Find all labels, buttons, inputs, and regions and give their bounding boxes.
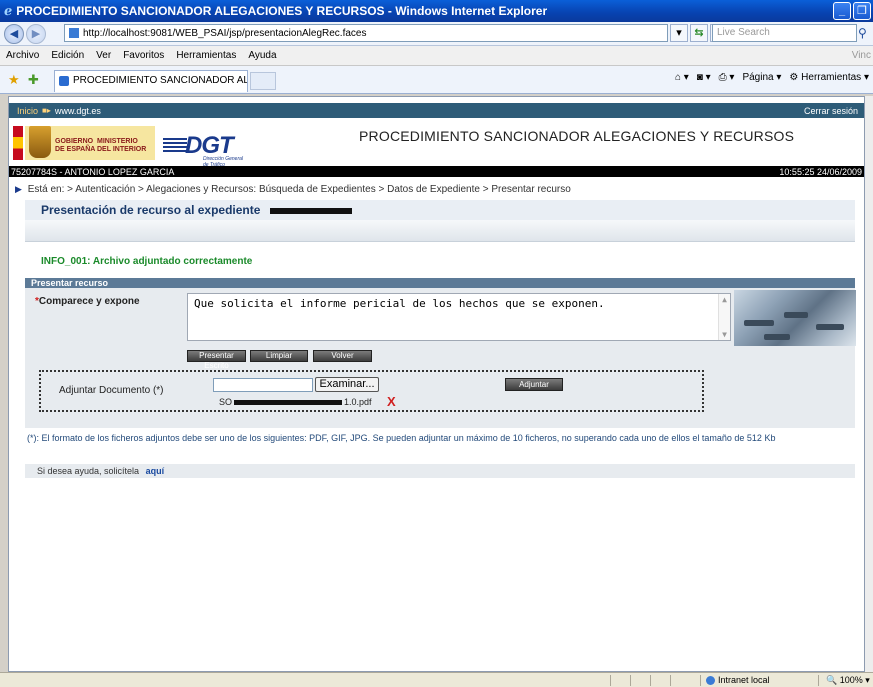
address-toolbar: ◀ ▶ http://localhost:9081/WEB_PSAI/jsp/p… [0, 22, 873, 46]
form-section: *Comparece y expone Que solicita el info… [25, 288, 856, 428]
home-icon[interactable]: ⌂ ▾ [675, 72, 689, 83]
breadcrumb: ▶ Está en: > Autenticación > Alegaciones… [15, 184, 571, 195]
form-section-title: Presentar recurso [25, 278, 855, 288]
back-icon[interactable]: ◀ [4, 23, 24, 44]
security-zone: Intranet local [706, 675, 770, 686]
menu-archivo[interactable]: Archivo [6, 50, 39, 61]
file-path-input[interactable] [213, 378, 313, 392]
menu-ver[interactable]: Ver [96, 50, 111, 61]
heading-text: Presentación de recurso al expediente [41, 203, 261, 217]
volver-button[interactable]: Volver [313, 350, 372, 362]
print-icon[interactable]: ⎙ ▾ [719, 72, 735, 83]
dgt-logo: DGT Dirección General de Tráfico [163, 132, 253, 168]
attach-box: Adjuntar Documento (*) Examinar... Adjun… [39, 370, 704, 412]
window-title-bar: ℯ PROCEDIMIENTO SANCIONADOR ALEGACIONES … [0, 0, 873, 22]
gobierno-label: GOBIERNO DE ESPAÑA [55, 138, 96, 153]
search-input[interactable]: Live Search [712, 24, 857, 42]
user-info: 75207784S - ANTONIO LOPEZ GARCIA [11, 166, 175, 177]
search-icon[interactable]: ⚲ [858, 24, 872, 42]
comparece-text: Que solicita el informe pericial de los … [194, 297, 605, 310]
limpiar-button[interactable]: Limpiar [250, 350, 308, 362]
traffic-image [734, 290, 856, 346]
attached-file[interactable]: SO 1.0.pdf [219, 397, 372, 407]
spain-flag-icon [13, 126, 23, 160]
menu-ayuda[interactable]: Ayuda [248, 50, 276, 61]
info-message: INFO_001: Archivo adjuntado correctament… [41, 256, 253, 267]
feeds-icon[interactable]: ◙ ▾ [697, 72, 711, 83]
status-bar: Intranet local 🔍 100% ▾ [0, 672, 873, 687]
redacted-filename [234, 400, 343, 406]
menu-favoritos[interactable]: Favoritos [123, 50, 164, 61]
tab-row: ★ ✚ PROCEDIMIENTO SANCIONADOR ALEGACIONE… [0, 66, 873, 94]
favorites-star-icon[interactable]: ★ [8, 72, 20, 88]
presentar-escrito-button[interactable]: Presentar Escrito [187, 350, 246, 370]
top-nav-bar: Inicio ■▸ www.dgt.es Cerrar sesión [9, 103, 864, 118]
web-page: Inicio ■▸ www.dgt.es Cerrar sesión GOBIE… [8, 96, 865, 672]
heading-band [25, 220, 855, 242]
page-title: PROCEDIMIENTO SANCIONADOR ALEGACIONES Y … [359, 128, 795, 144]
section-heading: Presentación de recurso al expediente [25, 200, 855, 220]
menu-herramientas[interactable]: Herramientas [176, 50, 236, 61]
maximize-button[interactable]: ❐ [853, 2, 871, 20]
add-favorite-icon[interactable]: ✚ [28, 72, 39, 88]
redacted-expediente [269, 207, 352, 214]
help-link[interactable]: aquí [146, 466, 165, 476]
globe-icon [706, 676, 715, 686]
adjuntar-button[interactable]: Adjuntar [505, 378, 563, 391]
address-bar[interactable]: http://localhost:9081/WEB_PSAI/jsp/prese… [64, 24, 668, 42]
help-bar: Si desea ayuda, solicítela aquí [25, 464, 855, 478]
refresh-icon[interactable]: ⇆ [690, 24, 708, 42]
arrow-icon: ■▸ [42, 106, 51, 115]
tab-favicon [59, 76, 69, 86]
textarea-scrollbar[interactable]: ▲ ▼ [718, 294, 730, 340]
ministerio-label: MINISTERIO DEL INTERIOR [97, 138, 147, 153]
new-tab-button[interactable] [250, 72, 276, 90]
tab-title: PROCEDIMIENTO SANCIONADOR ALEGACIONES Y … [73, 75, 248, 86]
comparece-textarea[interactable]: Que solicita el informe pericial de los … [187, 293, 731, 341]
scroll-down-icon[interactable]: ▼ [719, 329, 730, 340]
browser-tab[interactable]: PROCEDIMIENTO SANCIONADOR ALEGACIONES Y … [54, 70, 248, 92]
menu-bar: Archivo Edición Ver Favoritos Herramient… [0, 46, 873, 66]
coat-of-arms-icon [29, 126, 51, 158]
comparece-label: *Comparece y expone [35, 296, 140, 307]
attach-label: Adjuntar Documento (*) [59, 385, 164, 396]
tools-menu[interactable]: ⚙ Herramientas ▾ [789, 72, 869, 83]
minimize-button[interactable]: _ [833, 2, 851, 20]
breadcrumb-arrow-icon: ▶ [15, 184, 22, 194]
datetime: 10:55:25 24/06/2009 [779, 166, 862, 177]
dgt-link[interactable]: www.dgt.es [55, 106, 101, 116]
address-dropdown-icon[interactable]: ▾ [670, 24, 688, 42]
menu-edicion[interactable]: Edición [51, 50, 84, 61]
format-footnote: (*): El formato de los ficheros adjuntos… [27, 433, 776, 443]
links-label[interactable]: Vinc [852, 50, 871, 61]
page-scroll-gutter [865, 96, 873, 672]
ie-icon: ℯ [4, 3, 13, 18]
delete-file-icon[interactable]: X [387, 394, 396, 409]
user-bar: 75207784S - ANTONIO LOPEZ GARCIA 10:55:2… [9, 166, 864, 177]
breadcrumb-text[interactable]: Está en: > Autenticación > Alegaciones y… [28, 184, 571, 195]
inicio-link[interactable]: Inicio [17, 106, 38, 116]
window-title: PROCEDIMIENTO SANCIONADOR ALEGACIONES Y … [16, 4, 548, 18]
browse-button[interactable]: Examinar... [315, 377, 379, 392]
help-text: Si desea ayuda, solicítela [37, 466, 140, 476]
site-header: GOBIERNO DE ESPAÑA MINISTERIO DEL INTERI… [9, 118, 864, 168]
forward-icon[interactable]: ▶ [26, 23, 46, 44]
page-icon [69, 28, 79, 38]
address-url: http://localhost:9081/WEB_PSAI/jsp/prese… [83, 27, 367, 39]
dgt-stripes-icon [163, 138, 187, 152]
zoom-level[interactable]: 🔍 100% ▾ [826, 675, 870, 686]
page-menu[interactable]: Página ▾ [742, 72, 781, 83]
scroll-up-icon[interactable]: ▲ [719, 294, 730, 305]
logout-link[interactable]: Cerrar sesión [804, 106, 858, 116]
